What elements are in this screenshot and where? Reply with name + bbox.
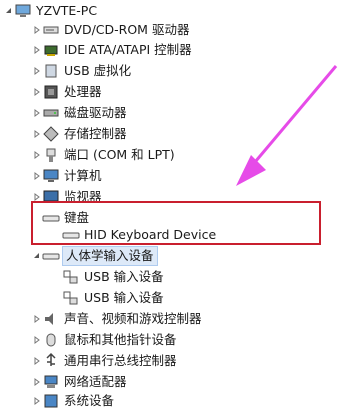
tree-item-mouse[interactable]: 鼠标和其他指针设备 — [32, 329, 177, 351]
tree-item-label: 磁盘驱动器 — [64, 105, 127, 120]
tree-item-ide[interactable]: IDE ATA/ATAPI 控制器 — [32, 39, 192, 61]
tree-item-label: USB 输入设备 — [84, 290, 164, 305]
tree-item-dvd[interactable]: DVD/CD-ROM 驱动器 — [32, 19, 189, 41]
tree-item-sound[interactable]: 声音、视频和游戏控制器 — [32, 308, 202, 330]
ide-controller-icon — [42, 41, 60, 59]
tree-item-label: USB 输入设备 — [84, 269, 164, 284]
usb-controller-icon — [42, 352, 60, 370]
usb-input-device-icon — [62, 268, 80, 286]
tree-item-usb-controller[interactable]: 通用串行总线控制器 — [32, 350, 177, 372]
expand-arrow-icon[interactable] — [32, 144, 42, 166]
tree-item-computer[interactable]: 计算机 — [32, 165, 102, 187]
tree-item-label: USB 虚拟化 — [64, 63, 132, 78]
tree-item-label: 通用串行总线控制器 — [64, 353, 177, 368]
network-adapter-icon — [42, 373, 60, 391]
tree-item-label: 系统设备 — [64, 393, 115, 408]
expand-arrow-icon[interactable] — [32, 81, 42, 103]
storage-controller-icon — [42, 125, 60, 143]
tree-item-disk[interactable]: 磁盘驱动器 — [32, 102, 127, 124]
sound-icon — [42, 310, 60, 328]
usb-input-device-icon — [62, 289, 80, 307]
tree-item-usb-input-1[interactable]: USB 输入设备 — [62, 266, 164, 288]
tree-item-usb-input-2[interactable]: USB 输入设备 — [62, 287, 164, 309]
tree-item-label: DVD/CD-ROM 驱动器 — [64, 22, 190, 37]
tree-item-label: 存储控制器 — [64, 126, 127, 141]
computer-icon — [42, 167, 60, 185]
expand-arrow-icon[interactable] — [32, 165, 42, 187]
hid-icon — [42, 247, 60, 265]
usb-icon — [42, 62, 60, 80]
expand-arrow-icon[interactable] — [32, 39, 42, 61]
mouse-icon — [42, 331, 60, 349]
tree-item-label: 声音、视频和游戏控制器 — [64, 311, 202, 326]
expand-arrow-icon[interactable] — [32, 19, 42, 41]
disk-drive-icon — [42, 104, 60, 122]
collapse-arrow-icon[interactable] — [4, 0, 14, 22]
computer-icon — [14, 2, 32, 20]
port-icon — [42, 146, 60, 164]
system-device-icon — [42, 392, 60, 410]
highlight-box — [31, 201, 321, 245]
tree-item-hid[interactable]: 人体学输入设备 — [32, 245, 158, 267]
expand-arrow-icon[interactable] — [32, 329, 42, 351]
dvd-drive-icon — [42, 21, 60, 39]
expand-arrow-icon[interactable] — [32, 60, 42, 82]
expand-arrow-icon[interactable] — [32, 308, 42, 330]
expand-arrow-icon[interactable] — [32, 350, 42, 372]
tree-item-label: 人体学输入设备 — [62, 246, 158, 266]
tree-item-label: 处理器 — [64, 84, 102, 99]
tree-item-processor[interactable]: 处理器 — [32, 81, 102, 103]
tree-item-label: 鼠标和其他指针设备 — [64, 332, 177, 347]
tree-item-storage[interactable]: 存储控制器 — [32, 123, 127, 145]
collapse-arrow-icon[interactable] — [32, 245, 42, 267]
device-manager-tree: YZVTE-PC DVD/CD-ROM 驱动器 IDE ATA/ATAPI 控制… — [0, 0, 362, 408]
tree-item-system[interactable]: 系统设备 — [32, 390, 114, 412]
tree-item-port[interactable]: 端口 (COM 和 LPT) — [32, 144, 175, 166]
expand-arrow-icon[interactable] — [32, 390, 42, 412]
expand-arrow-icon[interactable] — [32, 123, 42, 145]
tree-item-label: 端口 (COM 和 LPT) — [64, 147, 175, 162]
processor-icon — [42, 83, 60, 101]
tree-item-label: 计算机 — [64, 168, 102, 183]
tree-item-usb-virtual[interactable]: USB 虚拟化 — [32, 60, 131, 82]
tree-item-label: IDE ATA/ATAPI 控制器 — [64, 42, 192, 57]
expand-arrow-icon[interactable] — [32, 102, 42, 124]
